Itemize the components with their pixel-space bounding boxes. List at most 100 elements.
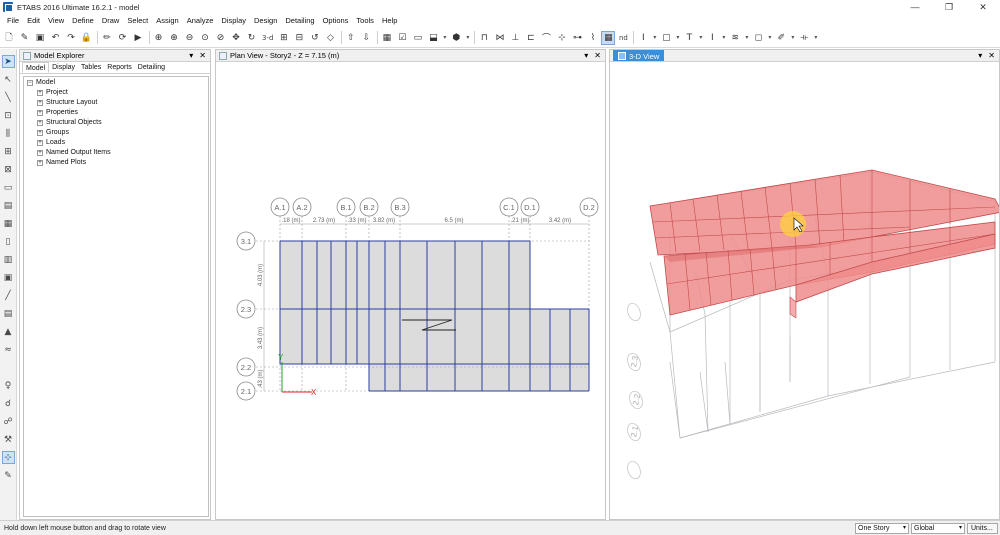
zoom-out-icon[interactable]: ⊖	[183, 31, 197, 45]
dropdown-arrow-icon[interactable]: ▾	[675, 31, 681, 45]
elevation-view-icon[interactable]: ⊟	[292, 31, 306, 45]
draw-section-cut-icon[interactable]: ╱	[2, 289, 15, 302]
maximize-button[interactable]: ❐	[932, 0, 966, 14]
dropdown-arrow-icon[interactable]: ▾	[465, 31, 471, 45]
panel-menu-icon[interactable]: ▾	[189, 50, 193, 62]
menu-edit[interactable]: Edit	[23, 14, 44, 28]
dropdown-arrow-icon[interactable]: ▾	[698, 31, 704, 45]
menu-options[interactable]: Options	[319, 14, 353, 28]
tree-item-loads[interactable]: + Loads	[37, 139, 65, 146]
dropdown-arrow-icon[interactable]: ▾	[813, 31, 819, 45]
minimize-button[interactable]: —	[898, 0, 932, 14]
expand-icon[interactable]: +	[37, 99, 43, 106]
tree-item-named-output-items[interactable]: + Named Output Items	[37, 149, 111, 156]
plan-view-icon[interactable]: ⊞	[277, 31, 291, 45]
undo-icon[interactable]: ↶	[49, 31, 63, 45]
menu-define[interactable]: Define	[68, 14, 98, 28]
tree-item-properties[interactable]: + Properties	[37, 109, 78, 116]
snap-icon[interactable]: ⚒	[2, 433, 15, 446]
pointer-icon[interactable]: ➤	[1, 55, 15, 68]
spring-icon[interactable]: ⌇	[586, 31, 600, 45]
link-icon[interactable]: ⊶	[570, 31, 584, 45]
wall-icon[interactable]: ⊏	[524, 31, 538, 45]
expand-icon[interactable]: +	[37, 109, 43, 116]
menu-file[interactable]: File	[3, 14, 23, 28]
save-icon[interactable]: ▣	[33, 31, 47, 45]
menu-view[interactable]: View	[44, 14, 68, 28]
tree-item-project[interactable]: + Project	[37, 89, 68, 96]
draw-support-icon[interactable]: ▲	[2, 325, 15, 338]
zoom-window-icon[interactable]: ⊕	[152, 31, 166, 45]
joint-icon[interactable]: ⊹	[555, 31, 569, 45]
set-display-icon[interactable]: ☑	[395, 31, 409, 45]
draw-slab-icon[interactable]: ▣	[2, 271, 15, 284]
clear-selection-icon[interactable]: ☍	[2, 415, 15, 428]
draw-tool-icon[interactable]: ✐	[774, 31, 788, 45]
tee-icon[interactable]: T	[682, 31, 696, 45]
rebar-icon[interactable]: ≋	[728, 31, 742, 45]
expand-icon[interactable]: +	[37, 119, 43, 126]
new-model-icon[interactable]: 🗋	[2, 31, 16, 45]
perspective-icon[interactable]: ◇	[323, 31, 337, 45]
tree-item-structure-layout[interactable]: + Structure Layout	[37, 99, 97, 106]
open-icon[interactable]: ✎	[18, 31, 32, 45]
expand-icon[interactable]: +	[37, 139, 43, 146]
ibeam-icon[interactable]: Ⅰ	[705, 31, 719, 45]
display-options-icon[interactable]: ⬓	[426, 31, 440, 45]
frame-icon[interactable]: ⊓	[477, 31, 491, 45]
window-menu-icon[interactable]: ▾	[584, 50, 588, 62]
draw-beam-icon[interactable]: ⊞	[2, 145, 15, 158]
quick-draw-area-icon[interactable]: ▦	[2, 217, 15, 230]
draw-area-icon[interactable]: ▭	[2, 181, 15, 194]
edit-pencil-icon[interactable]: ✏	[100, 31, 114, 45]
menu-tools[interactable]: Tools	[352, 14, 378, 28]
view-cube-icon[interactable]: ⬢	[449, 31, 463, 45]
pin-icon[interactable]	[219, 51, 227, 60]
dropdown-arrow-icon[interactable]: ▾	[721, 31, 727, 45]
window-close-icon[interactable]: ✕	[988, 50, 995, 62]
expand-icon[interactable]: +	[37, 159, 43, 166]
draw-spring-icon[interactable]: ≈	[2, 343, 15, 356]
section-i-icon[interactable]: I	[636, 31, 650, 45]
nd-button[interactable]: nd	[617, 31, 630, 45]
column-icon[interactable]: ⊥	[508, 31, 522, 45]
tab-reports[interactable]: Reports	[104, 62, 135, 73]
run-analysis-icon[interactable]: ▶	[131, 31, 145, 45]
window-close-icon[interactable]: ✕	[594, 50, 601, 62]
tree-item-structural-objects[interactable]: + Structural Objects	[37, 119, 102, 126]
lock-icon[interactable]: 🔒	[80, 31, 94, 45]
opening-icon[interactable]: ◻	[751, 31, 765, 45]
pan-icon[interactable]: ✥	[229, 31, 243, 45]
tab-detailing[interactable]: Detailing	[135, 62, 168, 73]
slab-area-right[interactable]	[530, 309, 589, 364]
slab-icon[interactable]: ▢	[659, 31, 673, 45]
three-d-view-tab[interactable]: 3-D View	[613, 50, 665, 61]
zoom-in-icon[interactable]: ⊕	[167, 31, 181, 45]
rotate-3d-icon[interactable]: ↺	[308, 31, 322, 45]
brace-icon[interactable]: ⋈	[493, 31, 507, 45]
menu-display[interactable]: Display	[217, 14, 250, 28]
menu-draw[interactable]: Draw	[98, 14, 124, 28]
three-d-view-canvas[interactable]: 2.3 2.2 2.1	[610, 62, 999, 519]
expand-icon[interactable]: +	[37, 149, 43, 156]
menu-help[interactable]: Help	[378, 14, 401, 28]
refresh-icon[interactable]: ⟳	[116, 31, 130, 45]
pin-icon[interactable]	[618, 52, 626, 60]
plan-view-canvas[interactable]: A.1 A.2 B.1 B.2 B.3 C.1 D.1 D.2 .18 (m) …	[216, 62, 605, 519]
tree-item-groups[interactable]: + Groups	[37, 129, 69, 136]
dropdown-arrow-icon[interactable]: ▾	[790, 31, 796, 45]
select-all-icon[interactable]: ♀	[2, 379, 15, 392]
units-button[interactable]: Units...	[967, 523, 998, 534]
expand-icon[interactable]: +	[37, 129, 43, 136]
extrude-icon[interactable]: ▭	[411, 31, 425, 45]
draw-brace-icon[interactable]: ⊠	[2, 163, 15, 176]
snap-options-icon[interactable]: ✎	[2, 469, 15, 482]
window-menu-icon[interactable]: ▾	[978, 50, 982, 62]
draw-opening-icon[interactable]: ▥	[2, 253, 15, 266]
reshape-icon[interactable]: ↖	[2, 73, 15, 86]
select-previous-icon[interactable]: ☌	[2, 397, 15, 410]
tab-model[interactable]: Model	[22, 62, 50, 73]
menu-detailing[interactable]: Detailing	[281, 14, 318, 28]
redo-icon[interactable]: ↷	[64, 31, 78, 45]
tree-root-model[interactable]: − Model	[27, 79, 55, 86]
